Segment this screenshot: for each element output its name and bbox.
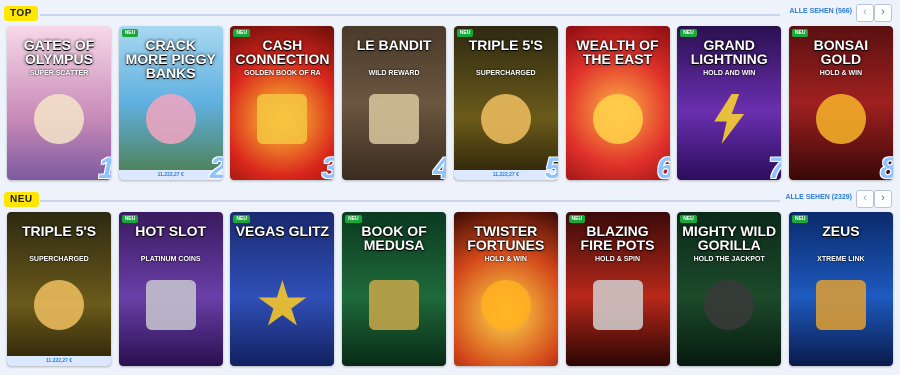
top-section-header: TOP ALLE SEHEN (566) ‹ › <box>0 4 900 24</box>
game-artwork-shape <box>145 94 196 144</box>
rank-number: 7 <box>769 154 782 181</box>
game-title: Crack more Piggy Banks <box>125 37 216 81</box>
game-card[interactable]: Twister Fortunes HOLD & WIN <box>453 212 558 366</box>
new-badge: NEU <box>456 29 474 37</box>
game-card[interactable]: Gates of Olympus SUPER SCATTER 1 <box>7 26 111 180</box>
game-card[interactable]: Zeus XTREME LINK NEU <box>788 212 893 366</box>
next-arrow-button-top[interactable]: › <box>874 4 892 22</box>
game-title: Triple 5's <box>21 223 97 239</box>
game-title: Triple 5's <box>468 37 543 53</box>
game-artwork-shape <box>258 280 307 326</box>
see-all-new-link[interactable]: ALLE SEHEN (2329) <box>785 194 852 201</box>
section-title-new: NEU <box>4 192 39 207</box>
game-card[interactable]: Mighty Wild Gorilla HOLD THE JACKPOT NEU <box>677 212 782 366</box>
rank-number: 5 <box>545 154 558 181</box>
prev-arrow-button-new[interactable]: ‹ <box>856 190 874 208</box>
rank-number: 2 <box>210 154 223 181</box>
game-title: Blazing Fire Pots <box>580 223 655 253</box>
game-title: Vegas Glitz <box>235 223 330 239</box>
game-card[interactable]: Wealth of the East 6 <box>565 26 670 181</box>
game-artwork-shape <box>815 280 866 330</box>
game-title: Gates of Olympus <box>23 37 95 67</box>
game-subtitle: GOLDEN BOOK OF RA <box>244 70 321 77</box>
section-title-top: TOP <box>4 6 38 21</box>
see-all-top-link[interactable]: ALLE SEHEN (566) <box>789 8 852 15</box>
game-card[interactable]: Book of Medusa NEU <box>342 212 447 366</box>
game-artwork-shape <box>369 94 420 144</box>
rank-number: 1 <box>98 154 111 181</box>
game-card[interactable]: Bonsai Gold HOLD & WIN NEU 8 <box>788 26 893 181</box>
game-subtitle: SUPERCHARGED <box>29 256 89 263</box>
game-subtitle: SUPERCHARGED <box>476 70 536 77</box>
game-card[interactable]: Hot Slot PLATINUM COINS NEU <box>118 212 223 366</box>
game-artwork-shape <box>369 280 420 330</box>
game-card[interactable]: Blazing Fire Pots HOLD & SPIN NEU <box>565 212 670 366</box>
game-subtitle: HOLD AND WIN <box>703 70 756 77</box>
new-games-row: Triple 5's SUPERCHARGED 11.222,27 € Hot Slo… <box>7 212 893 372</box>
prev-arrow-button-top[interactable]: ‹ <box>856 4 874 22</box>
game-subtitle: HOLD & WIN <box>819 70 863 77</box>
game-card[interactable]: Triple 5's SUPERCHARGED 11.222,27 € <box>7 212 111 366</box>
next-arrow-button-new[interactable]: › <box>874 190 892 208</box>
game-subtitle: HOLD & WIN <box>484 256 527 263</box>
game-subtitle: HOLD & SPIN <box>594 256 641 263</box>
new-badge: NEU <box>121 29 139 37</box>
game-artwork-shape <box>815 94 866 144</box>
jackpot-amount: 11.222,27 € <box>453 170 558 180</box>
game-artwork-shape <box>480 280 531 330</box>
game-title: Bonsai Gold <box>813 37 869 67</box>
game-artwork-shape <box>257 94 308 144</box>
section-divider <box>40 200 780 202</box>
game-artwork-shape <box>145 280 196 330</box>
game-card[interactable]: Le Bandit WILD REWARD 4 <box>342 26 447 181</box>
game-card[interactable]: Grand Lightning HOLD AND WIN NEU 7 <box>677 26 782 181</box>
new-badge: NEU <box>791 29 809 37</box>
game-card[interactable]: Triple 5's SUPERCHARGED NEU 11.222,27 €5 <box>453 26 558 181</box>
top-section: TOP ALLE SEHEN (566) ‹ › Gates of Olympu… <box>0 4 900 180</box>
new-badge: NEU <box>680 215 697 223</box>
game-subtitle: HOLD THE JACKPOT <box>693 256 765 263</box>
game-title: Wealth of the East <box>576 37 659 67</box>
game-title: Zeus <box>822 223 860 239</box>
game-title: Mighty Wild Gorilla <box>682 223 777 253</box>
jackpot-amount: 11.222,27 € <box>118 170 223 180</box>
game-card[interactable]: Crack more Piggy BanksNEU 11.222,27 €2 <box>118 26 223 181</box>
game-artwork-shape <box>480 94 531 144</box>
game-title: Le Bandit <box>356 37 432 53</box>
game-title: Twister Fortunes <box>467 223 545 253</box>
game-title: Grand Lightning <box>690 37 768 67</box>
game-subtitle: WILD REWARD <box>368 70 420 77</box>
game-card[interactable]: Vegas Glitz NEU <box>230 212 335 366</box>
game-artwork-shape <box>34 280 84 330</box>
rank-number: 6 <box>657 154 670 181</box>
game-artwork-shape <box>592 94 643 144</box>
game-artwork-shape <box>592 280 643 330</box>
new-badge: NEU <box>791 215 809 223</box>
rank-number: 8 <box>880 154 893 181</box>
game-artwork-shape <box>34 94 84 144</box>
game-subtitle: XTREME LINK <box>817 256 865 263</box>
new-section: NEU ALLE SEHEN (2329) ‹ › Triple 5's SUPE… <box>0 190 900 366</box>
new-badge: NEU <box>233 215 250 223</box>
new-badge: NEU <box>121 215 139 223</box>
new-section-header: NEU ALLE SEHEN (2329) ‹ › <box>0 190 900 210</box>
game-title: Hot Slot <box>135 223 207 239</box>
section-divider <box>40 14 780 16</box>
game-subtitle: SUPER SCATTER <box>29 70 89 77</box>
new-badge: NEU <box>568 215 586 223</box>
game-artwork-shape <box>714 94 745 144</box>
game-title: Cash Connection <box>235 37 330 67</box>
top-games-row: Gates of Olympus SUPER SCATTER 1 Crack more… <box>7 26 893 186</box>
new-badge: NEU <box>345 215 362 223</box>
game-card[interactable]: Cash Connection GOLDEN BOOK OF RA NEU 3 <box>230 26 335 181</box>
jackpot-amount: 11.222,27 € <box>7 356 111 366</box>
new-badge: NEU <box>680 29 697 37</box>
game-artwork-shape <box>704 280 755 330</box>
rank-number: 4 <box>433 154 446 181</box>
rank-number: 3 <box>322 154 335 181</box>
game-title: Book of Medusa <box>361 223 427 253</box>
new-badge: NEU <box>233 29 250 37</box>
game-subtitle: PLATINUM COINS <box>140 256 201 263</box>
